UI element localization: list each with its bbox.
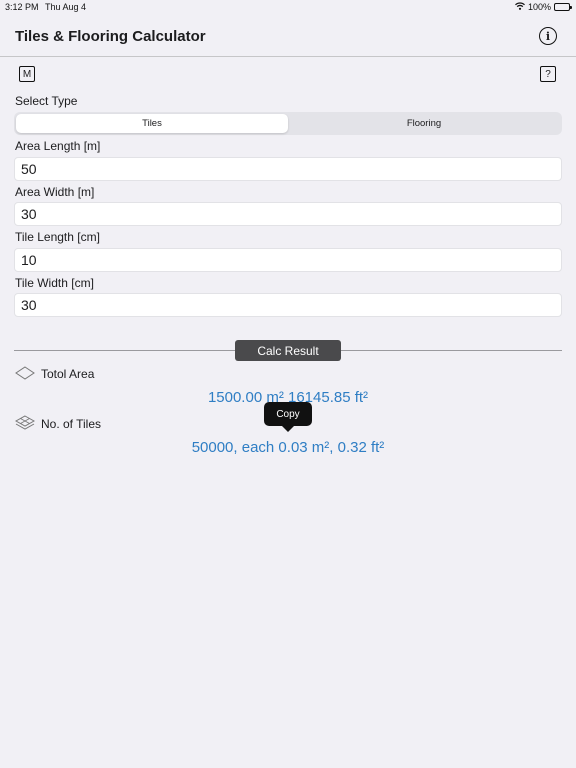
tile-width-input[interactable]: 30 [14, 293, 562, 317]
type-segmented-control: Tiles Flooring [14, 112, 562, 135]
navigation-bar: Tiles & Flooring Calculator i [0, 14, 576, 57]
area-width-input[interactable]: 30 [14, 202, 562, 226]
tile-length-input[interactable]: 10 [14, 248, 562, 272]
total-area-label: Totol Area [41, 367, 95, 381]
area-width-label: Area Width [m] [15, 185, 95, 199]
status-date: Thu Aug 4 [45, 2, 87, 12]
area-icon [15, 366, 35, 385]
status-indicators: 100% [515, 2, 572, 12]
tile-width-label: Tile Width [cm] [15, 276, 94, 290]
wifi-icon [515, 2, 525, 12]
status-bar: 3:12 PM Thu Aug 4 100% [0, 0, 576, 14]
memory-button[interactable]: M [19, 66, 35, 82]
calc-result-button[interactable]: Calc Result [235, 340, 341, 361]
battery-percent: 100% [527, 2, 551, 12]
info-icon[interactable]: i [539, 27, 557, 45]
copy-tooltip[interactable]: Copy [264, 402, 312, 432]
help-button[interactable]: ? [540, 66, 556, 82]
tile-length-label: Tile Length [cm] [15, 230, 100, 244]
tiles-count-value[interactable]: 50000, each 0.03 m², 0.32 ft² [0, 439, 576, 456]
page-title: Tiles & Flooring Calculator [15, 28, 206, 45]
area-length-input[interactable]: 50 [14, 157, 562, 181]
tiles-count-label: No. of Tiles [41, 417, 102, 431]
tiles-icon [14, 415, 36, 436]
area-length-label: Area Length [m] [15, 139, 101, 153]
status-time: 3:12 PM [5, 2, 39, 12]
battery-icon [554, 3, 572, 11]
select-type-label: Select Type [15, 94, 78, 108]
segment-tiles[interactable]: Tiles [16, 114, 288, 133]
segment-flooring[interactable]: Flooring [288, 114, 560, 133]
